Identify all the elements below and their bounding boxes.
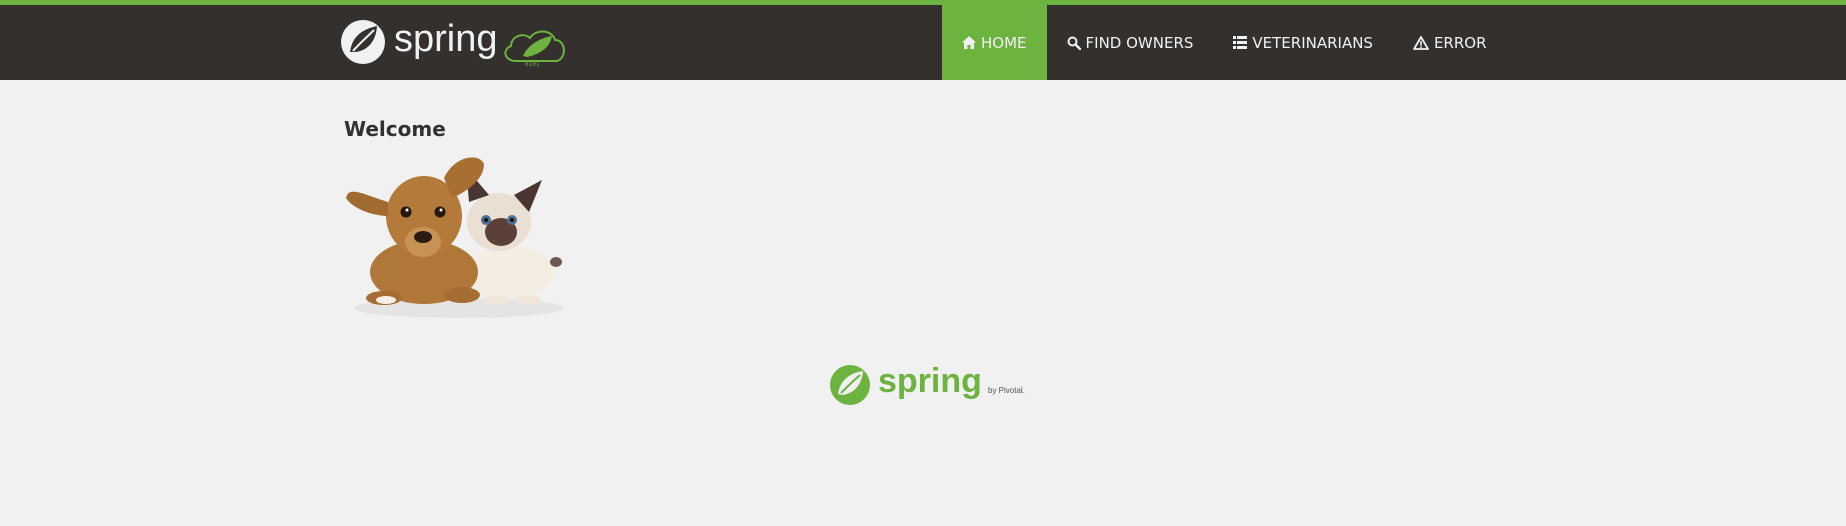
warning-icon [1413,35,1429,50]
search-icon [1067,36,1081,50]
home-icon [962,36,976,49]
spring-petclinic-logo: spring 0101 [341,18,565,68]
nav-item-veterinarians[interactable]: Veterinarians [1213,5,1393,80]
brand-logo-link[interactable]: spring 0101 [339,14,570,70]
pets-image [344,150,576,320]
main-nav: Home Find owners Veterinarians Error [942,5,1507,80]
list-icon [1233,36,1248,49]
footer-logo-text: spring [878,362,982,400]
footer-spring-logo: spring by Pivotal. [829,361,1029,409]
nav-item-find-owners-label: Find owners [1085,33,1194,52]
navbar: spring 0101 Home Find owners [0,0,1846,80]
footer-byline: by Pivotal. [988,386,1025,395]
nav-item-home[interactable]: Home [942,5,1047,80]
page-title: Welcome [344,117,446,141]
nav-item-error-label: Error [1433,33,1487,52]
brand-badge-text: 0101 [525,61,540,68]
brand-logo-text: spring [394,18,498,60]
nav-item-error[interactable]: Error [1393,5,1507,80]
nav-item-find-owners[interactable]: Find owners [1047,5,1214,80]
nav-item-veterinarians-label: Veterinarians [1252,33,1373,52]
nav-item-home-label: Home [981,33,1027,52]
